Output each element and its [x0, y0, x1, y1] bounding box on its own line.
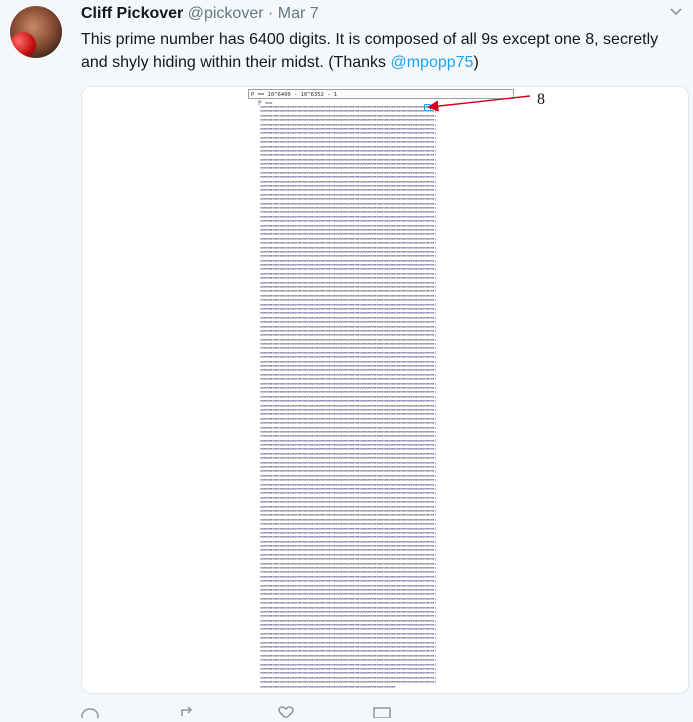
author-name[interactable]: Cliff Pickover: [81, 5, 183, 22]
digit-block: 9999999999999999999999999999999999999999…: [260, 106, 516, 692]
like-icon[interactable]: [277, 706, 295, 719]
mention-link[interactable]: @mpopp75: [390, 54, 473, 71]
red-arrow: [427, 95, 531, 112]
tweet-text-end: ): [473, 54, 479, 71]
digit-row-last: 9999999999999999999999999999999999999999…: [260, 685, 396, 690]
annotation-label: 8: [537, 91, 545, 108]
message-icon[interactable]: [373, 706, 391, 719]
tweet-text-main: This prime number has 6400 digits. It is…: [81, 31, 659, 71]
reply-icon[interactable]: [81, 706, 99, 722]
tweet-date[interactable]: Mar 7: [278, 5, 319, 22]
author-handle[interactable]: @pickover: [188, 5, 264, 22]
tweet-actions: [81, 706, 481, 722]
tweet-header: Cliff Pickover @pickover · Mar 7: [81, 4, 319, 24]
tweet-text: This prime number has 6400 digits. It is…: [81, 28, 671, 74]
avatar[interactable]: [10, 6, 62, 58]
retweet-icon[interactable]: [179, 706, 197, 718]
header-separator: ·: [268, 5, 274, 22]
avatar-red-ball: [10, 32, 36, 58]
prime-document: P == 10^6400 - 10^6352 - 1 P == 99999999…: [248, 87, 516, 693]
tweet: Cliff Pickover @pickover · Mar 7 This pr…: [0, 0, 693, 722]
caret-down-icon[interactable]: [669, 4, 683, 18]
tweet-media-image[interactable]: P == 10^6400 - 10^6352 - 1 P == 99999999…: [81, 86, 689, 694]
